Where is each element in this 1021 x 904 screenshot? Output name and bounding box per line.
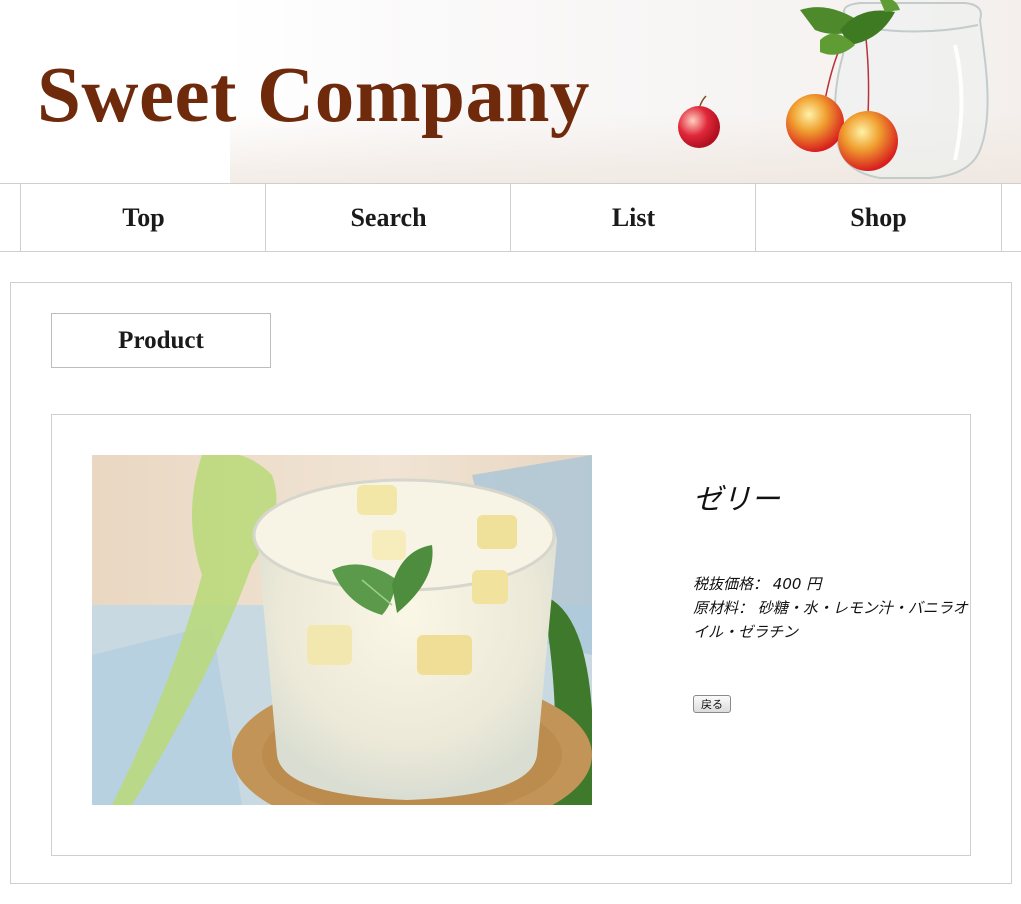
nav-item-search[interactable]: Search: [265, 184, 511, 251]
price-value: 400 円: [772, 575, 822, 593]
main-nav: Top Search List Shop: [0, 183, 1021, 252]
site-title: Sweet Company: [37, 52, 590, 139]
ingredients-row: 原材料： 砂糖・水・レモン汁・バニラオイル・ゼラチン: [693, 596, 973, 644]
site-header: Sweet Company: [0, 0, 1021, 183]
ingredients-label: 原材料：: [693, 599, 754, 617]
product-name: ゼリー: [693, 482, 781, 516]
jelly-drink-photo: [92, 455, 592, 805]
price-label: 税抜価格：: [693, 575, 769, 593]
back-button[interactable]: 戻る: [693, 695, 731, 713]
product-panel: Product ゼリー 税抜価格： 400 円 原材料： 砂糖・水・レモン汁・バ…: [10, 282, 1012, 884]
product-detail-box: ゼリー 税抜価格： 400 円 原材料： 砂糖・水・レモン汁・バニラオイル・ゼラ…: [51, 414, 971, 856]
nav-item-top[interactable]: Top: [20, 184, 266, 251]
nav-item-list[interactable]: List: [510, 184, 756, 251]
product-image: [92, 455, 592, 805]
product-info: ゼリー 税抜価格： 400 円 原材料： 砂糖・水・レモン汁・バニラオイル・ゼラ…: [693, 477, 983, 713]
price-row: 税抜価格： 400 円: [693, 572, 983, 596]
section-title: Product: [51, 313, 271, 368]
nav-item-shop[interactable]: Shop: [755, 184, 1002, 251]
